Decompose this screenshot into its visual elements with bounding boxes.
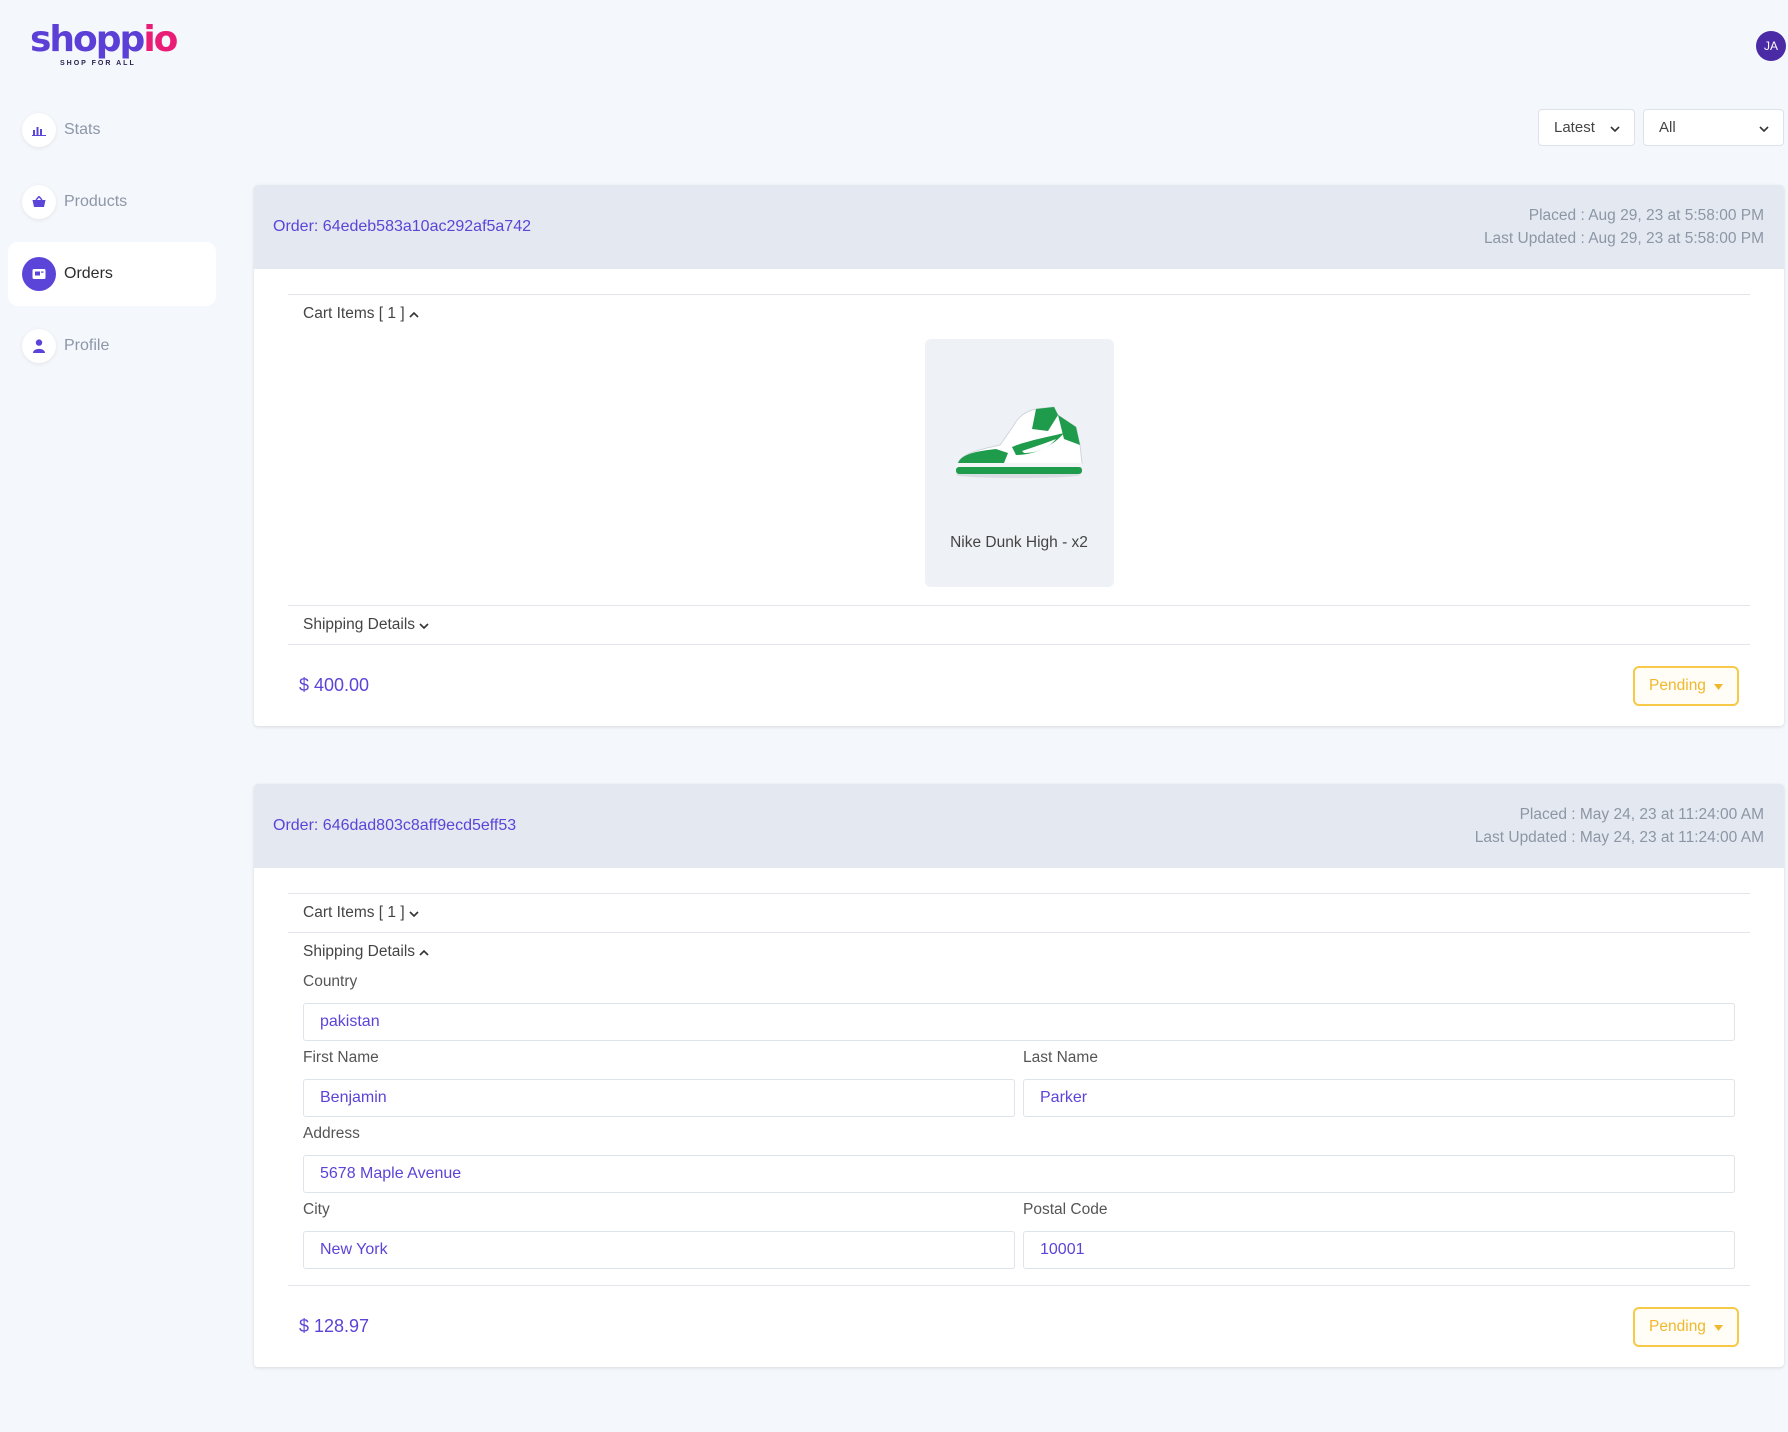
order-header: Order: 64edeb583a10ac292af5a742 Placed :… [254,185,1784,269]
status-select[interactable]: All [1643,109,1784,146]
order-updated-date: Last Updated : Aug 29, 23 at 5:58:00 PM [1483,230,1764,247]
chevron-up-icon [409,305,419,323]
logo-wordmark: shoppio [30,19,178,60]
city-field[interactable]: New York [303,1231,1015,1269]
order-status-label: Pending [1649,1317,1706,1335]
order-body: Cart Items [ 1 ] Shipping Details Countr… [254,868,1784,1367]
order-id: Order: 646dad803c8aff9ecd5eff53 [273,817,517,834]
order-card: Order: 64edeb583a10ac292af5a742 Placed :… [254,185,1784,726]
basket-icon [22,185,56,219]
sort-select-value: Latest [1554,119,1595,136]
status-select-value: All [1659,119,1676,136]
order-footer: $ 400.00 Pending [288,644,1750,726]
order-status-dropdown[interactable]: Pending [1633,665,1739,706]
sidebar-item-label: Orders [64,265,113,282]
city-label: City [303,1201,330,1218]
order-total: $ 128.97 [299,1316,370,1336]
first-name-label: First Name [303,1049,379,1066]
user-icon [22,329,56,363]
sidebar-item-products[interactable]: Products [8,170,216,234]
cart-items-label: Cart Items [ 1 ] [303,305,405,322]
chevron-down-icon [419,616,429,634]
first-name-field[interactable]: Benjamin [303,1079,1015,1117]
sidebar-item-orders[interactable]: Orders [8,242,216,306]
chevron-down-icon [409,904,419,922]
cart-items-toggle[interactable]: Cart Items [ 1 ] [288,893,1750,932]
caret-down-icon [1713,1318,1723,1336]
country-label: Country [303,973,358,990]
order-updated-date: Last Updated : May 24, 23 at 11:24:00 AM [1474,829,1764,846]
caret-down-icon [1713,677,1723,695]
sidebar-item-profile[interactable]: Profile [8,314,216,378]
order-total: $ 400.00 [299,675,370,695]
order-dates: Placed : Aug 29, 23 at 5:58:00 PM Last U… [1484,204,1764,250]
sidebar: Stats Products Orders Profile [8,98,216,386]
address-label: Address [303,1125,360,1142]
shoppio-logo[interactable]: shoppio SHOP FOR ALL [30,19,178,68]
postal-code-field[interactable]: 10001 [1023,1231,1735,1269]
order-card: Order: 646dad803c8aff9ecd5eff53 Placed :… [254,784,1784,1367]
address-field[interactable]: 5678 Maple Avenue [303,1155,1735,1193]
orders-page: shoppio SHOP FOR ALL JA Stats Products O… [0,0,1788,1432]
order-body: Cart Items [ 1 ] Nike Dunk High - x2 Shi… [254,269,1784,726]
postal-code-label: Postal Code [1023,1201,1108,1218]
shipping-details-toggle[interactable]: Shipping Details [288,932,1750,971]
cart-items-label: Cart Items [ 1 ] [303,904,405,921]
order-footer: $ 128.97 Pending [288,1285,1750,1367]
cart-item[interactable]: Nike Dunk High - x2 [924,339,1114,587]
last-name-field[interactable]: Parker [1023,1079,1735,1117]
order-dates: Placed : May 24, 23 at 11:24:00 AM Last … [1475,803,1764,849]
chevron-down-icon [1759,119,1769,136]
shipping-details-form: Country pakistan First Name Benjamin Las… [288,971,1750,1285]
sidebar-item-label: Products [64,193,128,210]
order-placed-date: Placed : Aug 29, 23 at 5:58:00 PM [1528,207,1764,224]
order-status-dropdown[interactable]: Pending [1633,1306,1739,1347]
order-header: Order: 646dad803c8aff9ecd5eff53 Placed :… [254,784,1784,868]
order-filters: Latest All [1538,109,1784,146]
product-name: Nike Dunk High - x2 [950,534,1088,551]
user-avatar[interactable]: JA [1756,31,1786,61]
sidebar-item-label: Profile [64,337,110,354]
sidebar-item-label: Stats [64,121,101,138]
order-placed-date: Placed : May 24, 23 at 11:24:00 AM [1519,806,1764,823]
sidebar-item-stats[interactable]: Stats [8,98,216,162]
country-field[interactable]: pakistan [303,1003,1735,1041]
orders-icon [22,257,56,291]
chevron-down-icon [1610,119,1620,136]
sort-select[interactable]: Latest [1538,109,1635,146]
shipping-details-label: Shipping Details [303,616,416,633]
shipping-details-toggle[interactable]: Shipping Details [288,605,1750,644]
order-status-label: Pending [1649,676,1706,694]
last-name-label: Last Name [1023,1049,1098,1066]
bar-chart-icon [22,113,56,147]
product-image [952,405,1086,486]
cart-items-toggle[interactable]: Cart Items [ 1 ] [288,294,1750,333]
cart-items-list: Nike Dunk High - x2 [288,333,1750,605]
chevron-up-icon [419,943,429,961]
shipping-details-label: Shipping Details [303,943,416,960]
order-id: Order: 64edeb583a10ac292af5a742 [273,218,531,235]
logo-tagline: SHOP FOR ALL [60,60,136,67]
